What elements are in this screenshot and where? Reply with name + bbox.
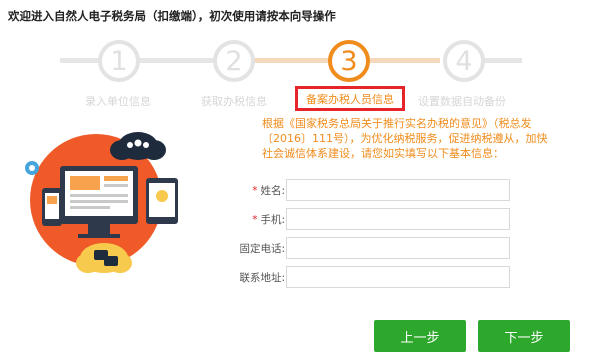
step-2-circle: 2	[213, 40, 255, 82]
form-row-address: 联系地址:	[200, 266, 520, 288]
landline-label: 固定电话:	[239, 243, 285, 255]
step-4-circle: 4	[443, 40, 485, 82]
step-track-3	[370, 58, 440, 63]
phone-icon	[42, 188, 62, 226]
page-title: 欢迎进入自然人电子税务局（扣缴端），初次使用请按本向导操作	[8, 9, 336, 23]
phone-input[interactable]	[286, 208, 510, 230]
name-label: * 姓名:	[252, 183, 285, 198]
required-mark: *	[252, 214, 258, 226]
form-row-phone: * 手机:	[200, 208, 520, 230]
gear-icon	[25, 161, 39, 175]
address-label: 联系地址:	[239, 272, 285, 284]
cloud-users-icon	[110, 132, 166, 160]
required-mark: *	[252, 185, 258, 197]
intro-text: 根据《国家税务总局关于推行实名办税的意见》（税总发〔2016〕111号），为优化…	[262, 117, 548, 160]
name-label-text: 姓名:	[260, 185, 285, 197]
phone-label-text: 手机:	[260, 214, 285, 226]
step-1-circle: 1	[98, 40, 140, 82]
tablet-icon	[146, 178, 178, 224]
step-2-label: 获取办税信息	[201, 95, 267, 108]
step-3-label: 备案办税人员信息	[295, 86, 405, 111]
device-illustration	[25, 132, 178, 273]
step-4-label: 设置数据自动备份	[418, 95, 506, 108]
step-3-circle: 3	[328, 40, 370, 82]
form-row-name: * 姓名:	[200, 179, 520, 201]
step-1-label: 录入单位信息	[85, 95, 151, 108]
form-row-landline: 固定电话:	[200, 237, 520, 259]
name-input[interactable]	[286, 179, 510, 201]
landline-input[interactable]	[286, 237, 510, 259]
address-input[interactable]	[286, 266, 510, 288]
next-button[interactable]: 下一步	[478, 320, 570, 352]
phone-label: * 手机:	[252, 212, 285, 227]
prev-button[interactable]: 上一步	[374, 320, 466, 352]
